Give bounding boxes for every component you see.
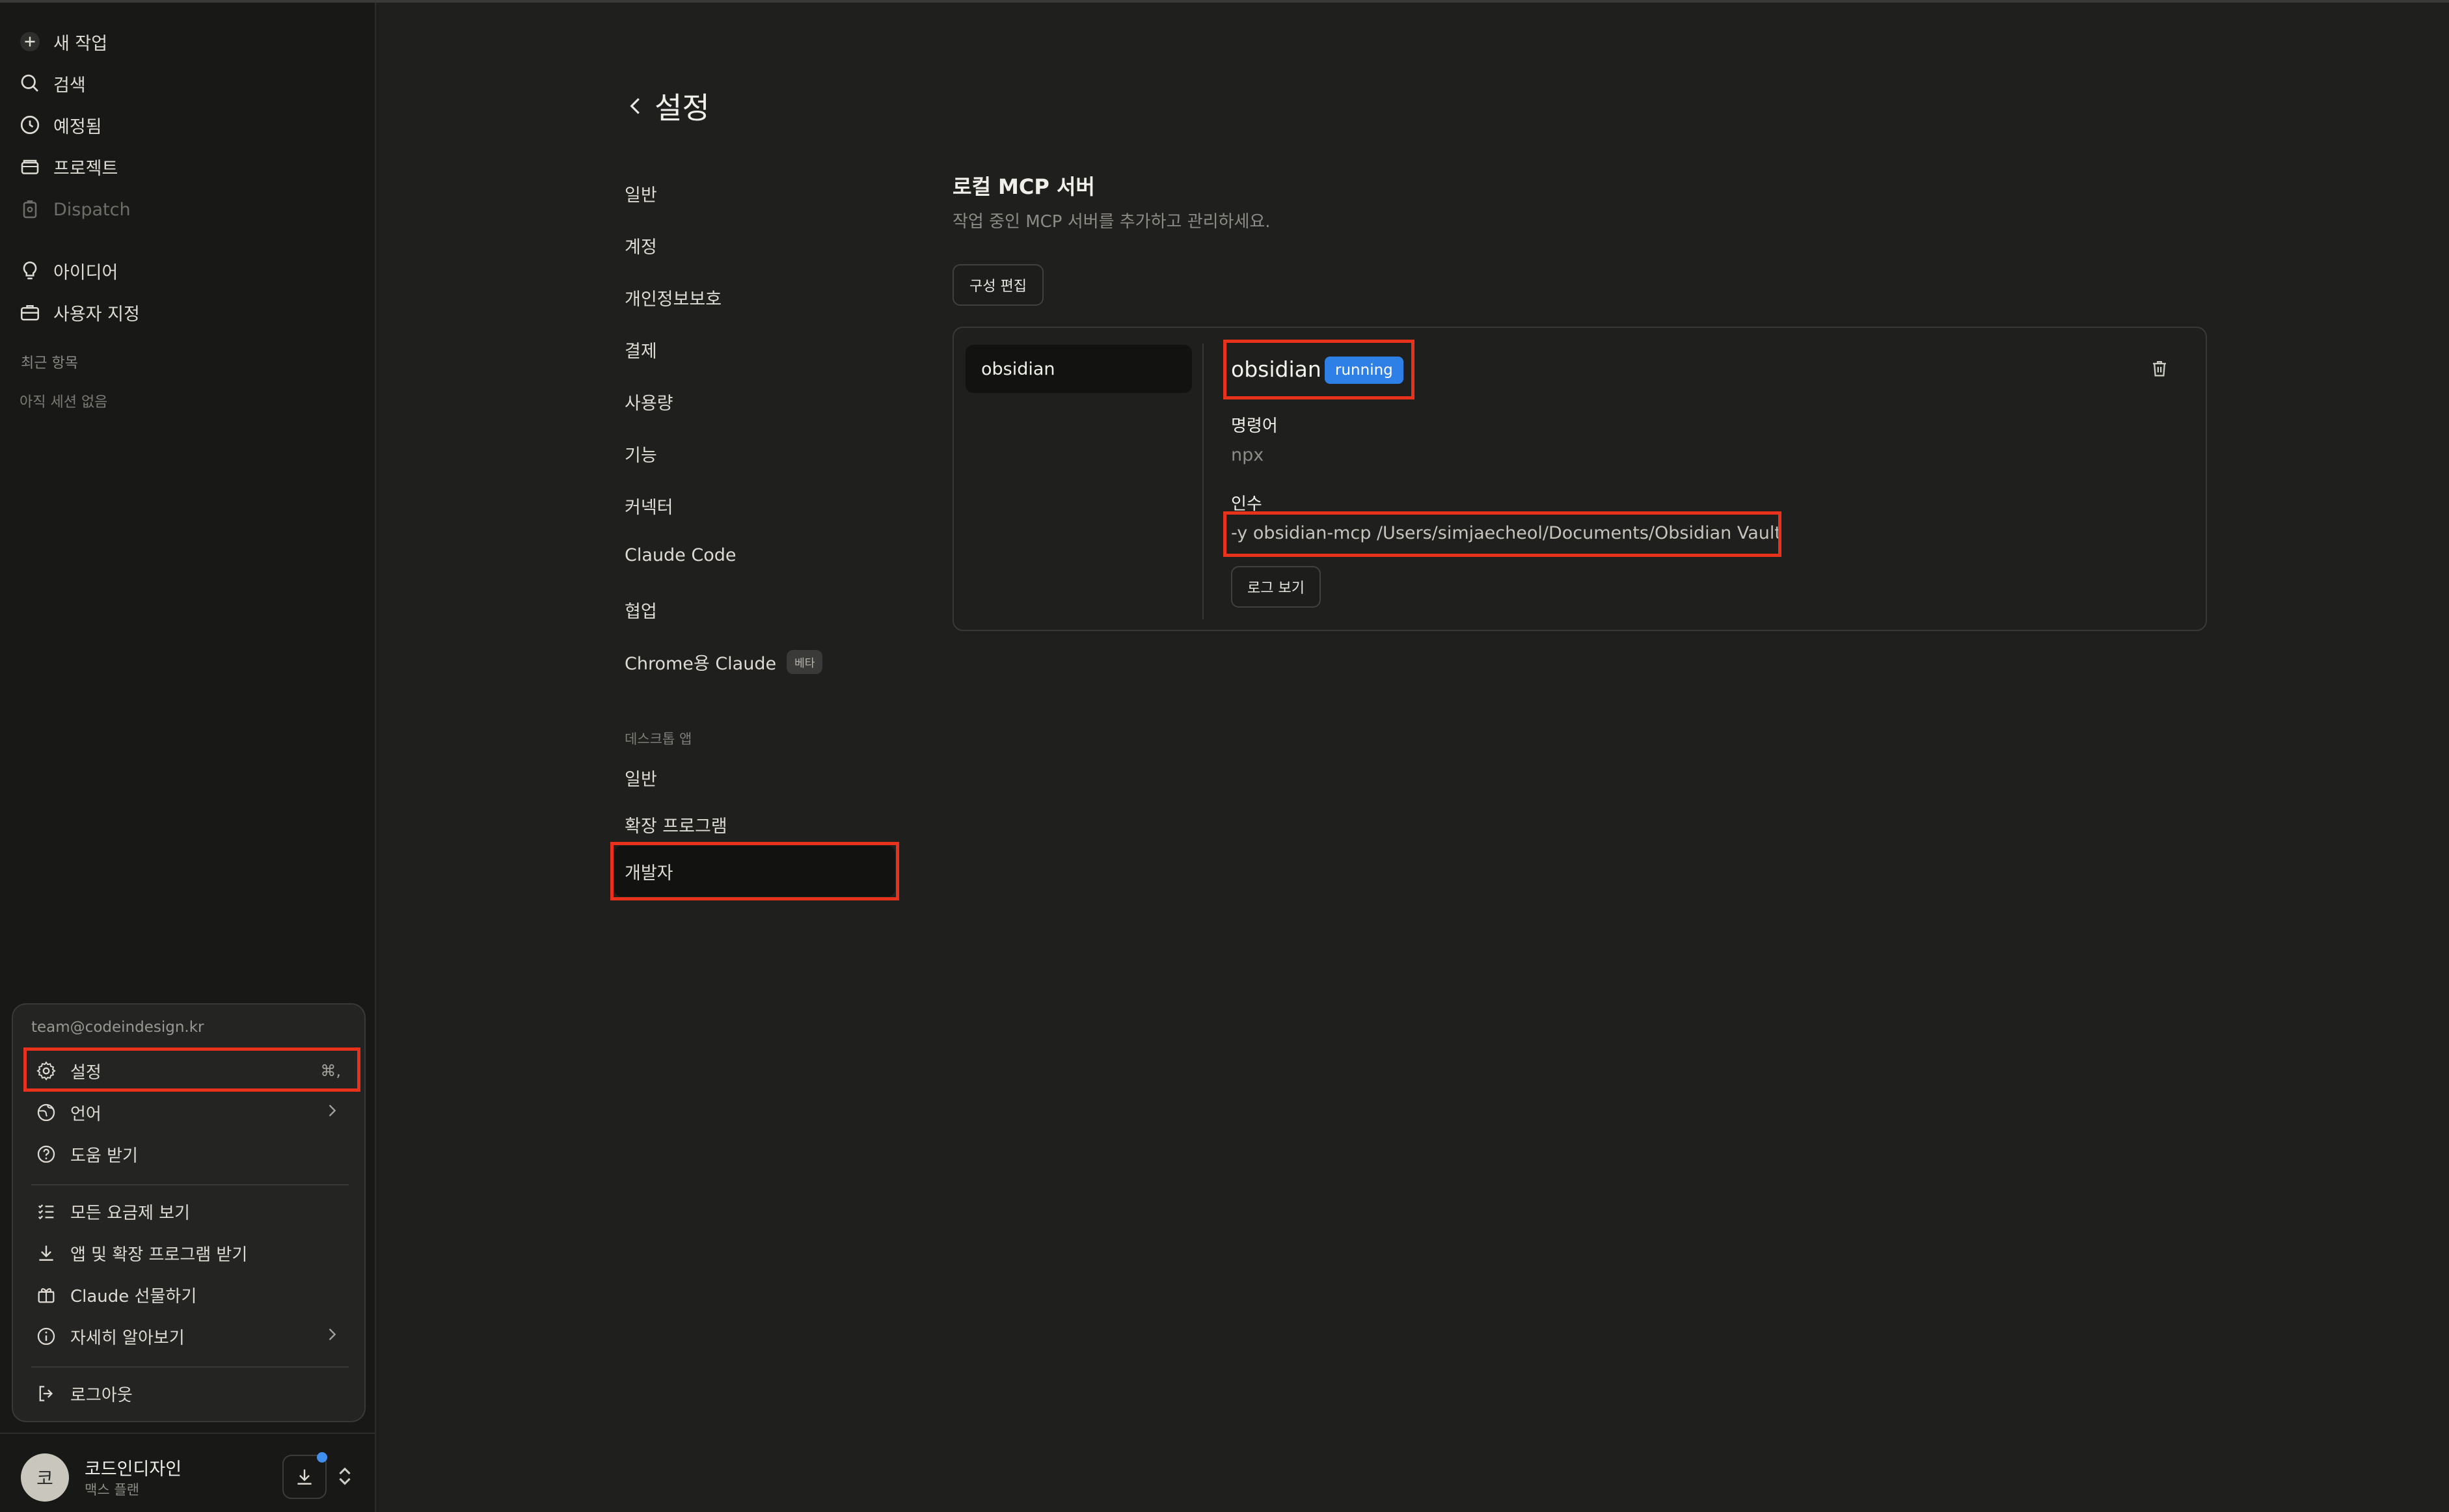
sidebar-item-label: 사용자 지정 xyxy=(53,304,140,325)
settings-nav-features[interactable]: 기능 xyxy=(625,441,657,466)
recent-empty-text: 아직 세션 없음 xyxy=(20,394,108,411)
card-divider xyxy=(1202,344,1204,619)
chevron-right-icon xyxy=(323,1101,341,1124)
search-icon xyxy=(21,74,38,92)
globe-icon xyxy=(37,1103,55,1122)
user-plan: 맥스 플랜 xyxy=(85,1482,139,1498)
folder-icon xyxy=(21,159,39,174)
args-label: 인수 xyxy=(1231,494,1262,514)
account-email: team@codeindesign.kr xyxy=(31,1019,204,1036)
lightbulb-icon xyxy=(23,261,37,280)
menu-item-plans[interactable]: 모든 요금제 보기 xyxy=(25,1192,353,1231)
menu-item-get-apps[interactable]: 앱 및 확장 프로그램 받기 xyxy=(25,1234,353,1273)
menu-item-label: 언어 xyxy=(70,1104,101,1124)
command-label: 명령어 xyxy=(1231,416,1278,436)
settings-nav-chrome[interactable]: Chrome용 Claude 베타 xyxy=(625,649,823,675)
sidebar-item-label: 프로젝트 xyxy=(53,158,118,179)
menu-item-label: 설정 xyxy=(70,1062,101,1083)
recent-section-label: 최근 항목 xyxy=(21,355,78,371)
sidebar-item-label: 예정됨 xyxy=(53,116,102,137)
edit-config-button[interactable]: 구성 편집 xyxy=(953,264,1044,306)
sidebar-item-label: 아이디어 xyxy=(53,262,118,283)
gift-icon xyxy=(38,1288,55,1303)
status-badge: running xyxy=(1325,357,1403,384)
menu-item-label: 로그아웃 xyxy=(70,1385,133,1405)
dispatch-icon xyxy=(23,200,37,219)
list-icon xyxy=(38,1204,54,1220)
settings-nav-general[interactable]: 일반 xyxy=(625,181,657,206)
trash-icon[interactable] xyxy=(2148,357,2171,380)
settings-nav-developer[interactable]: 개발자 xyxy=(625,859,673,884)
plus-icon xyxy=(20,32,40,51)
menu-item-settings[interactable]: 설정 ⌘, xyxy=(25,1051,353,1090)
menu-item-logout[interactable]: 로그아웃 xyxy=(25,1374,353,1413)
sidebar-item-customize[interactable]: 사용자 지정 xyxy=(18,294,140,331)
download-icon xyxy=(39,1245,53,1261)
help-icon xyxy=(37,1145,55,1163)
sidebar-item-new-task[interactable]: 새 작업 xyxy=(18,23,107,60)
sidebar-item-projects[interactable]: 프로젝트 xyxy=(18,148,118,185)
menu-item-learn-more[interactable]: 자세히 알아보기 xyxy=(25,1317,353,1356)
user-name: 코드인디자인 xyxy=(85,1459,182,1479)
sidebar-item-search[interactable]: 검색 xyxy=(18,65,86,101)
desktop-app-group-label: 데스크톱 앱 xyxy=(625,731,692,747)
notification-dot xyxy=(317,1452,327,1463)
settings-nav-extensions[interactable]: 확장 프로그램 xyxy=(625,812,727,837)
settings-nav-privacy[interactable]: 개인정보보호 xyxy=(625,285,722,310)
server-list-item[interactable]: obsidian xyxy=(966,345,1192,393)
account-menu: team@codeindesign.kr 설정 ⌘, 언어 도움 받기 모든 요… xyxy=(12,1003,366,1422)
settings-shortcut: ⌘, xyxy=(320,1062,341,1080)
clock-icon xyxy=(20,115,40,135)
menu-item-label: Claude 선물하기 xyxy=(70,1286,197,1306)
args-value: -y obsidian-mcp /Users/simjaecheol/Docum… xyxy=(1231,523,1781,543)
sidebar-item-scheduled[interactable]: 예정됨 xyxy=(18,107,102,143)
settings-nav-connectors[interactable]: 커넥터 xyxy=(625,493,673,519)
logout-icon xyxy=(39,1386,53,1401)
settings-nav-account[interactable]: 계정 xyxy=(625,233,657,258)
menu-item-label: 모든 요금제 보기 xyxy=(70,1203,190,1223)
page-title: 설정 xyxy=(655,90,710,126)
settings-nav-label: Chrome용 Claude xyxy=(625,654,777,674)
server-name: obsidian xyxy=(1231,357,1321,382)
briefcase-icon xyxy=(20,305,40,321)
command-value: npx xyxy=(1231,445,1264,465)
sidebar-item-ideas[interactable]: 아이디어 xyxy=(18,252,118,289)
settings-nav-billing[interactable]: 결제 xyxy=(625,337,657,362)
gear-icon xyxy=(36,1061,56,1081)
settings-nav-collaboration[interactable]: 협업 xyxy=(625,597,657,623)
avatar[interactable]: 코 xyxy=(21,1453,69,1502)
sidebar-item-label: 새 작업 xyxy=(53,33,108,54)
sidebar-item-dispatch[interactable]: Dispatch xyxy=(18,191,131,228)
sidebar-item-label: 검색 xyxy=(53,75,86,96)
info-icon xyxy=(37,1327,55,1345)
menu-item-gift[interactable]: Claude 선물하기 xyxy=(25,1275,353,1314)
menu-item-label: 앱 및 확장 프로그램 받기 xyxy=(70,1245,248,1265)
user-bar[interactable]: 코 코드인디자인 맥스 플랜 xyxy=(0,1433,376,1512)
settings-nav-usage[interactable]: 사용량 xyxy=(625,389,673,414)
menu-item-label: 도움 받기 xyxy=(70,1146,138,1166)
menu-item-language[interactable]: 언어 xyxy=(25,1093,353,1132)
chevron-left-icon[interactable] xyxy=(623,94,648,118)
menu-divider xyxy=(31,1366,349,1368)
menu-item-label: 자세히 알아보기 xyxy=(70,1328,185,1348)
chevron-right-icon xyxy=(323,1325,341,1347)
sidebar-item-label: Dispatch xyxy=(53,199,131,220)
chevron-updown-icon[interactable] xyxy=(336,1465,354,1487)
menu-divider xyxy=(31,1184,349,1185)
section-description: 작업 중인 MCP 서버를 추가하고 관리하세요. xyxy=(953,212,1271,232)
beta-badge: 베타 xyxy=(787,650,823,674)
section-title: 로컬 MCP 서버 xyxy=(953,174,1095,199)
settings-header: 설정 xyxy=(623,85,710,128)
menu-item-help[interactable]: 도움 받기 xyxy=(25,1135,353,1174)
settings-nav-desktop-general[interactable]: 일반 xyxy=(625,765,657,790)
download-icon xyxy=(297,1469,312,1485)
view-logs-button[interactable]: 로그 보기 xyxy=(1231,566,1321,608)
settings-nav-claude-code[interactable]: Claude Code xyxy=(625,545,736,565)
